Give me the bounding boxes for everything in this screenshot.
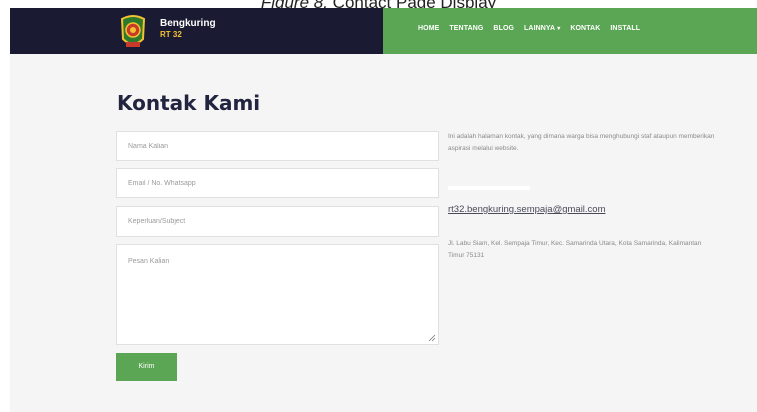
page-title: Kontak Kami (117, 91, 261, 115)
message-field-wrapper (116, 244, 439, 345)
nav-kontak[interactable]: KONTAK (570, 25, 600, 32)
nav-home[interactable]: HOME (418, 25, 439, 32)
brand[interactable]: Bengkuring RT 32 (160, 18, 216, 40)
name-field-wrapper (116, 131, 439, 161)
subject-field-wrapper (116, 206, 439, 237)
brand-name: Bengkuring (160, 18, 216, 29)
submit-button[interactable]: Kirim (116, 353, 177, 381)
logo-icon[interactable] (118, 13, 148, 51)
nav-lainnya[interactable]: LAINNYA ▾ (524, 25, 560, 32)
chevron-down-icon: ▾ (557, 26, 561, 32)
resize-handle-icon[interactable] (428, 334, 436, 342)
nav-tentang[interactable]: TENTANG (449, 25, 483, 32)
message-textarea[interactable] (117, 245, 438, 344)
contact-section: Kontak Kami Kirim Ini adalah halaman kon… (10, 54, 757, 412)
contact-description: Ini adalah halaman kontak, yang dimana w… (448, 133, 715, 152)
subject-input[interactable] (117, 207, 438, 236)
nav-install[interactable]: INSTALL (610, 25, 640, 32)
contact-address: Jl. Labu Siam, Kel. Sempaja Timur, Kec. … (448, 240, 702, 259)
nav-blog[interactable]: BLOG (493, 25, 514, 32)
divider (448, 186, 530, 190)
email-field-wrapper (116, 168, 439, 198)
nav-brand-area: Bengkuring RT 32 (10, 8, 383, 54)
nav-lainnya-label: LAINNYA (524, 25, 556, 32)
brand-sub: RT 32 (160, 30, 182, 39)
email-whatsapp-input[interactable] (117, 169, 438, 197)
nav-menu-area: HOME TENTANG BLOG LAINNYA ▾ KONTAK INSTAL… (383, 8, 757, 54)
main-menu: HOME TENTANG BLOG LAINNYA ▾ KONTAK INSTAL… (418, 25, 640, 32)
name-input[interactable] (117, 132, 438, 160)
navbar: Bengkuring RT 32 HOME TENTANG BLOG LAINN… (10, 8, 757, 54)
contact-email-link[interactable]: rt32.bengkuring.sempaja@gmail.com (448, 204, 606, 215)
